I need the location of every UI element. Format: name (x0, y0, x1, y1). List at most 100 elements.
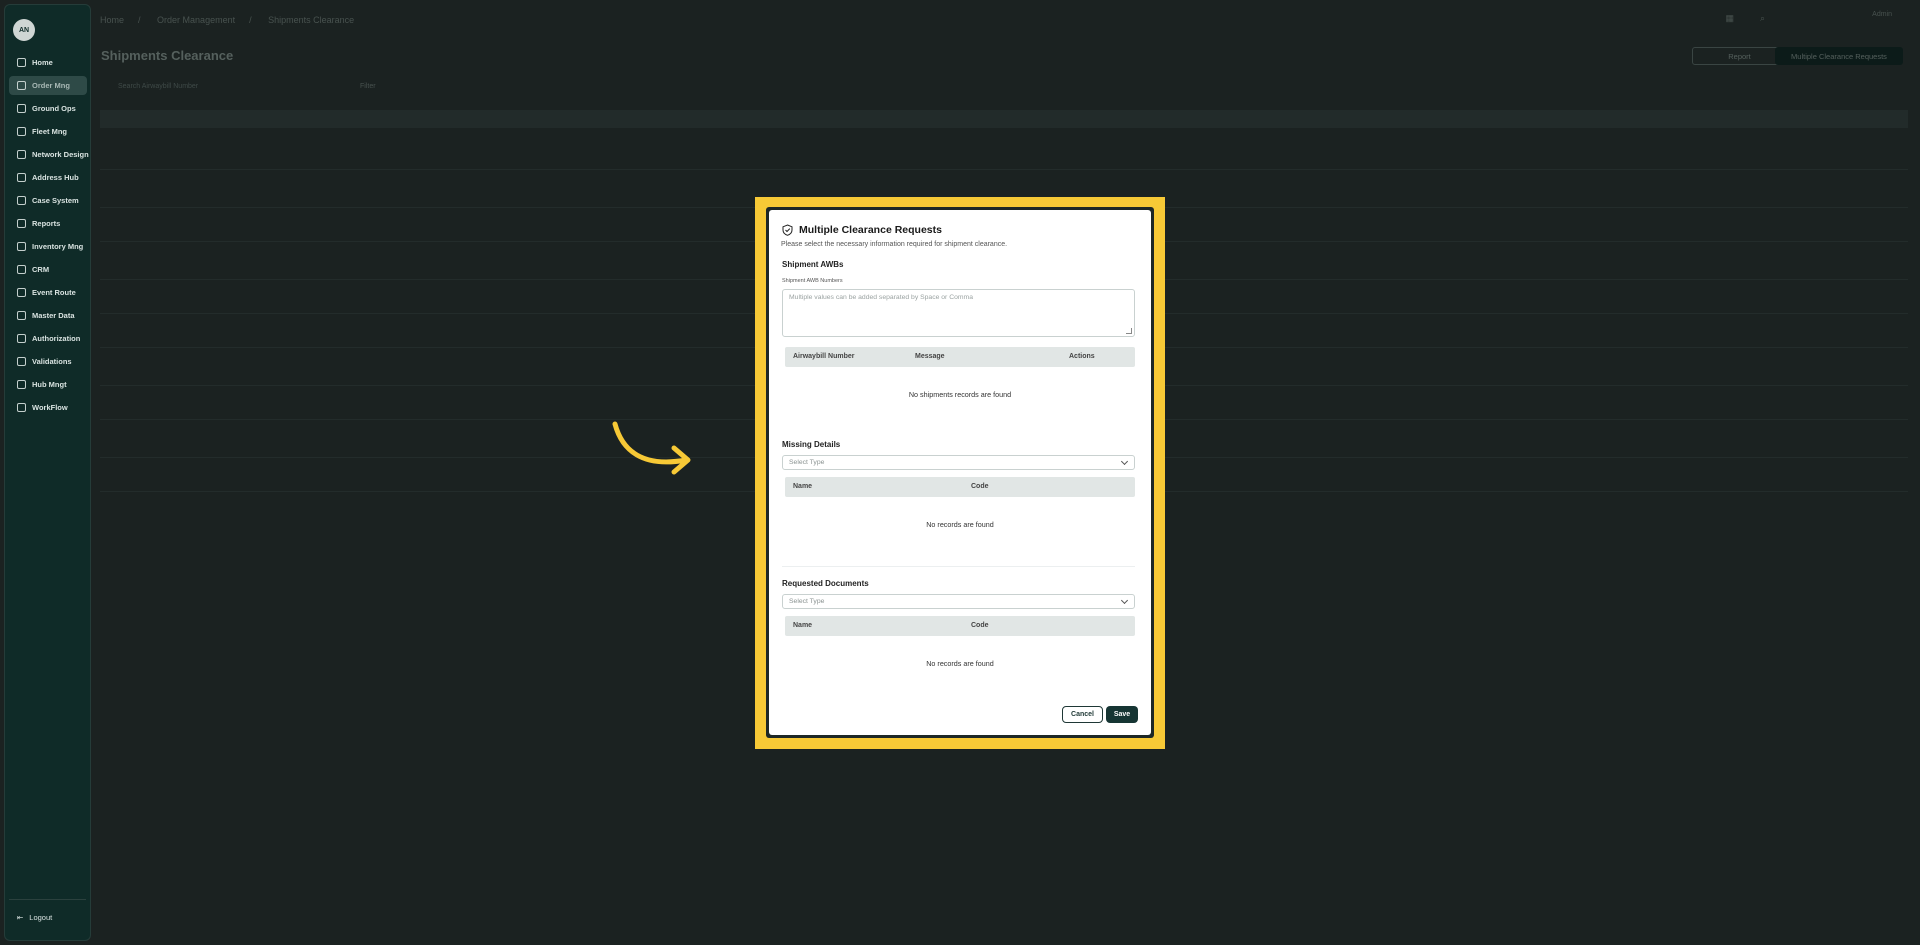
app-logo: AN (13, 19, 35, 41)
sidebar-item-validations[interactable]: Validations (9, 352, 87, 371)
sidebar-item-workflow[interactable]: WorkFlow (9, 398, 87, 417)
sidebar-item-network-design[interactable]: Network Design (9, 145, 89, 164)
workflow-icon (17, 403, 26, 412)
report-button-label: Report (1728, 51, 1751, 61)
shield-icon (782, 224, 793, 236)
chevron-down-icon (1120, 596, 1129, 605)
awb-empty-message: No shipments records are found (908, 390, 1012, 399)
col-name: Name (793, 483, 813, 490)
breadcrumb: Home / Order Management / Shipments Cleara… (100, 15, 368, 25)
sidebar-item-inventory-mng[interactable]: Inventory Mng (9, 237, 87, 256)
sidebar-item-label: CRM (32, 265, 50, 274)
col-actions: Actions (1069, 353, 1095, 360)
sidebar-item-event-route[interactable]: Event Route (9, 283, 87, 302)
database-icon (17, 311, 26, 320)
awb-table-header: Airwaybill Number Message Actions (785, 347, 1135, 367)
sidebar-item-reports[interactable]: Reports (9, 214, 87, 233)
sidebar-item-label: Validations (32, 357, 72, 366)
report-button[interactable]: Report (1692, 47, 1787, 65)
sidebar-item-hub-mngt[interactable]: Hub Mngt (9, 375, 87, 394)
filter-select[interactable]: Filter (360, 79, 445, 94)
sidebar-item-label: Fleet Mng (32, 127, 67, 136)
multiple-clearance-button[interactable]: Multiple Clearance Requests (1775, 47, 1903, 65)
user-lock-icon (17, 334, 26, 343)
chevron-down-icon (1120, 457, 1129, 466)
inventory-icon (17, 242, 26, 251)
table-row (100, 140, 1908, 170)
case-icon (17, 196, 26, 205)
breadcrumb-current: Shipments Clearance (268, 15, 355, 25)
breadcrumb-home[interactable]: Home (100, 15, 124, 25)
sidebar-item-home[interactable]: Home (9, 53, 87, 72)
sidebar-item-order-mng[interactable]: Order Mng (9, 76, 87, 95)
requested-documents-select[interactable]: Select Type (782, 594, 1135, 609)
col-code: Code (971, 622, 989, 629)
sidebar-item-label: Hub Mngt (32, 380, 67, 389)
search-icon[interactable]: ⌕ (1760, 13, 1765, 23)
logout-button[interactable]: ⇤ Logout (17, 913, 52, 922)
save-button[interactable]: Save (1106, 706, 1138, 723)
truck-icon (17, 127, 26, 136)
validation-icon (17, 357, 26, 366)
modal-title-text: Multiple Clearance Requests (799, 224, 942, 236)
sidebar-item-authorization[interactable]: Authorization (9, 329, 87, 348)
sidebar-item-crm[interactable]: CRM (9, 260, 87, 279)
col-airwaybill-number: Airwaybill Number (793, 353, 855, 360)
home-icon (17, 58, 26, 67)
sidebar-item-label: Event Route (32, 288, 76, 297)
sidebar-item-label: WorkFlow (32, 403, 68, 412)
user-info[interactable]: Admin (1872, 10, 1892, 19)
order-icon (17, 81, 26, 90)
docs-empty-message: No records are found (926, 659, 994, 668)
docs-table-header: Name Code (785, 616, 1135, 636)
sidebar-item-label: Master Data (32, 311, 75, 320)
breadcrumb-separator: / (138, 15, 141, 25)
missing-select-value: Select Type (789, 459, 825, 466)
awb-placeholder: Multiple values can be added separated b… (789, 294, 974, 301)
col-message: Message (915, 353, 945, 360)
sidebar-item-label: Authorization (32, 334, 81, 343)
sidebar-item-label: Order Mng (32, 81, 70, 90)
user-name: Admin (1872, 11, 1892, 18)
sidebar-item-ground-ops[interactable]: Ground Ops (9, 99, 87, 118)
app-root: AN Home Order Mng Ground Ops Fleet Mng N… (0, 0, 1920, 945)
section-divider (782, 566, 1135, 567)
modal-subtitle: Please select the necessary information … (781, 241, 1008, 248)
grid-icon[interactable]: ▦ (1725, 13, 1734, 23)
resize-handle-icon[interactable] (1126, 328, 1132, 334)
arrow-annotation-icon (612, 421, 691, 475)
logout-icon: ⇤ (17, 913, 24, 922)
sidebar-item-label: Home (32, 58, 53, 67)
sidebar-item-label: Network Design (32, 150, 89, 159)
hub-icon (17, 380, 26, 389)
sidebar-item-label: Ground Ops (32, 104, 76, 113)
search-input[interactable]: Search Airwaybill Number (102, 79, 262, 94)
awb-section-title: Shipment AWBs (782, 260, 844, 269)
header-icons: ▦ ⌕ (1725, 13, 1765, 24)
table-header (100, 110, 1908, 128)
missing-table-header: Name Code (785, 477, 1135, 497)
location-icon (17, 173, 26, 182)
sidebar-divider (9, 899, 86, 900)
sidebar-item-master-data[interactable]: Master Data (9, 306, 87, 325)
docs-select-value: Select Type (789, 598, 825, 605)
col-name: Name (793, 622, 813, 629)
breadcrumb-order-management[interactable]: Order Management (157, 15, 235, 25)
cancel-button[interactable]: Cancel (1062, 706, 1103, 723)
missing-empty-message: No records are found (926, 520, 994, 529)
sidebar-item-case-system[interactable]: Case System (9, 191, 87, 210)
missing-details-select[interactable]: Select Type (782, 455, 1135, 470)
awb-numbers-textarea[interactable]: Multiple values can be added separated b… (782, 289, 1135, 337)
logout-label: Logout (29, 913, 53, 922)
sidebar-item-label: Address Hub (32, 173, 79, 182)
sidebar-nav: Home Order Mng Ground Ops Fleet Mng Netw… (9, 53, 89, 421)
sidebar-item-fleet-mng[interactable]: Fleet Mng (9, 122, 87, 141)
sidebar-item-label: Reports (32, 219, 61, 228)
sidebar-item-address-hub[interactable]: Address Hub (9, 168, 87, 187)
sidebar-item-label: Inventory Mng (32, 242, 84, 251)
ground-ops-icon (17, 104, 26, 113)
crm-icon (17, 265, 26, 274)
missing-details-title: Missing Details (782, 440, 841, 449)
route-icon (17, 288, 26, 297)
sidebar-item-label: Case System (32, 196, 79, 205)
